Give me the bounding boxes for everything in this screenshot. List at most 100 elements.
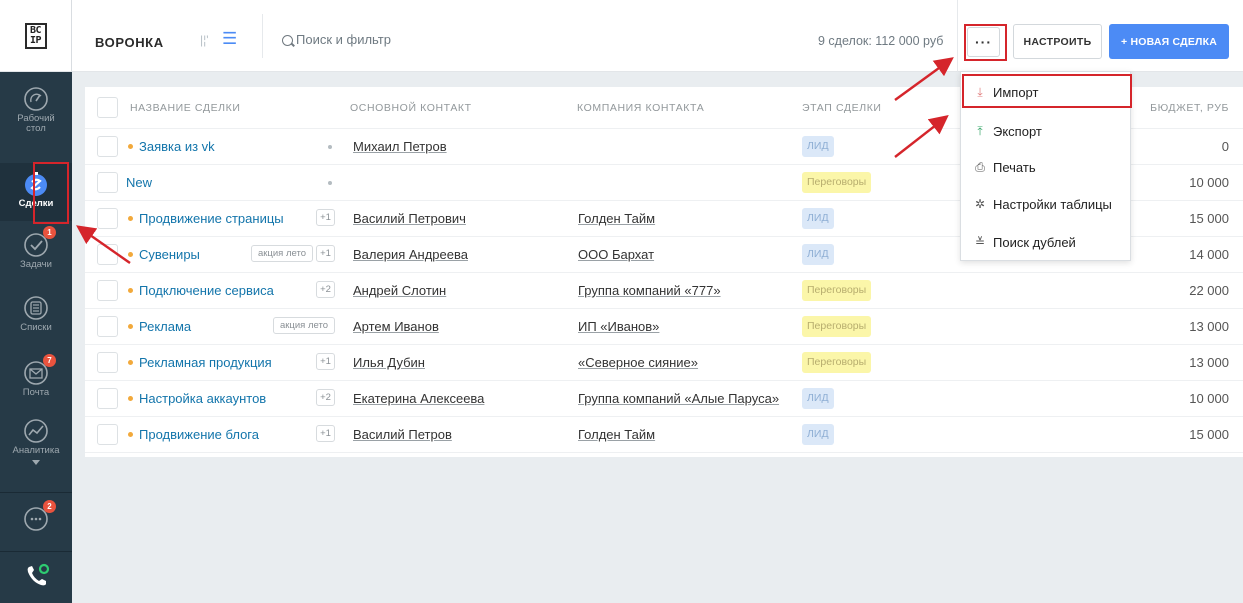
row-checkbox[interactable]: [97, 244, 118, 265]
deal-name-link[interactable]: Рекламная продукция: [139, 355, 272, 370]
stage-badge[interactable]: Переговоры: [802, 352, 872, 373]
company-link[interactable]: Голден Тайм: [578, 211, 655, 226]
app-root: BC IP Рабочий стол Сделки 1 Задачи Списк…: [0, 0, 1243, 603]
status-dot: [128, 396, 133, 401]
more-actions-dropdown: ⤓ Импорт ⤒ Экспорт ⎙ Печать ✲ Настройки таблицы…: [960, 71, 1131, 261]
row-checkbox[interactable]: [97, 208, 118, 229]
deal-name-link[interactable]: Продвижение страницы: [139, 211, 284, 226]
sidebar-item-label: Списки: [20, 322, 52, 333]
dropdown-item-merge[interactable]: ≚ Поиск дублей: [961, 227, 1130, 257]
deal-name-link[interactable]: Продвижение блога: [139, 427, 259, 442]
table-row[interactable]: Подключение сервиса +2 Андрей Слотин Группа…: [85, 273, 1243, 309]
row-checkbox[interactable]: [97, 388, 118, 409]
deal-tag[interactable]: +1: [316, 425, 335, 442]
deal-tag[interactable]: +1: [316, 353, 335, 370]
sidebar-item-chat[interactable]: 2: [0, 500, 72, 546]
sidebar-item-desktop[interactable]: Рабочий стол: [0, 86, 72, 146]
stage-badge[interactable]: ЛИД: [802, 388, 834, 409]
gauge-icon: [23, 86, 49, 112]
tools-icon: ✲: [974, 197, 986, 211]
stage-badge[interactable]: Переговоры: [802, 280, 872, 301]
expand-chevron-icon[interactable]: [32, 460, 40, 465]
phone-button[interactable]: [0, 562, 72, 594]
company-link[interactable]: Группа компаний «777»: [578, 283, 721, 298]
page-title: ВОРОНКА: [95, 35, 164, 50]
deal-tag[interactable]: +1: [316, 245, 335, 262]
company-link[interactable]: Группа компаний «Алые Паруса»: [578, 391, 779, 406]
stage-badge[interactable]: Переговоры: [802, 316, 872, 337]
dropdown-item-upload[interactable]: ⤒ Экспорт: [961, 116, 1130, 146]
table-row[interactable]: Настройка аккаунтов +2 Екатерина Алексеева…: [85, 381, 1243, 417]
dropdown-item-label: Поиск дублей: [993, 234, 1076, 250]
dropdown-item-label: Экспорт: [993, 123, 1042, 139]
new-deal-button[interactable]: + НОВАЯ СДЕЛКА: [1109, 24, 1229, 59]
stage-badge[interactable]: ЛИД: [802, 244, 834, 265]
divider: [262, 14, 263, 58]
stage-badge[interactable]: ЛИД: [802, 208, 834, 229]
deal-name-link[interactable]: New: [126, 175, 152, 190]
sidebar-item-analytics[interactable]: Аналитика: [0, 418, 72, 486]
row-checkbox[interactable]: [97, 352, 118, 373]
row-checkbox[interactable]: [97, 280, 118, 301]
deal-tag[interactable]: +2: [316, 389, 335, 406]
table-row[interactable]: Продвижение блога +1 Василий Петров Голден …: [85, 417, 1243, 453]
company-link[interactable]: Голден Тайм: [578, 427, 655, 442]
stage-badge[interactable]: ЛИД: [802, 136, 834, 157]
sidebar-divider: [0, 551, 72, 552]
configure-button[interactable]: НАСТРОИТЬ: [1013, 24, 1102, 59]
deal-name-link[interactable]: Подключение сервиса: [139, 283, 274, 298]
chat-icon: 2: [23, 500, 56, 532]
deal-tag[interactable]: +2: [316, 281, 335, 298]
deal-tag[interactable]: акция лето: [273, 317, 335, 334]
sidebar-item-mail[interactable]: 7 Почта: [0, 354, 72, 410]
stage-badge[interactable]: ЛИД: [802, 424, 834, 445]
sidebar-item-label: Сделки: [18, 198, 54, 209]
sidebar-item-lists[interactable]: Списки: [0, 295, 72, 345]
deal-name-link[interactable]: Сувениры: [139, 247, 200, 262]
table-row[interactable]: Рекламная продукция +1 Илья Дубин «Северное…: [85, 345, 1243, 381]
contact-link[interactable]: Валерия Андреева: [353, 247, 468, 262]
chat-badge: 2: [43, 500, 56, 513]
contact-link[interactable]: Василий Петрович: [353, 211, 466, 226]
list-icon: [23, 295, 49, 321]
pipeline-view-icon[interactable]: |¦': [200, 33, 209, 47]
sidebar-item-label: Рабочий стол: [17, 113, 55, 134]
dropdown-item-download[interactable]: ⤓ Импорт: [961, 77, 1130, 107]
budget-value: 13 000: [1189, 355, 1229, 370]
sidebar-item-tasks[interactable]: 1 Задачи: [0, 226, 72, 282]
more-actions-button[interactable]: ···: [967, 27, 1000, 57]
row-checkbox[interactable]: [97, 136, 118, 157]
logo-area[interactable]: BC IP: [0, 0, 72, 72]
row-checkbox[interactable]: [97, 172, 118, 193]
deal-name-link[interactable]: Реклама: [139, 319, 191, 334]
deal-tag[interactable]: акция лето: [251, 245, 313, 262]
search-input[interactable]: [296, 32, 716, 47]
dropdown-item-printer[interactable]: ⎙ Печать: [961, 152, 1130, 182]
table-row[interactable]: Реклама акция лето Артем Иванов ИП «Иванов»…: [85, 309, 1243, 345]
stage-badge[interactable]: Переговоры: [802, 172, 872, 193]
select-all-checkbox[interactable]: [97, 97, 118, 118]
column-header-contact[interactable]: ОСНОВНОЙ КОНТАКТ: [350, 102, 472, 114]
column-header-company[interactable]: КОМПАНИЯ КОНТАКТА: [577, 102, 704, 114]
contact-link[interactable]: Екатерина Алексеева: [353, 391, 484, 406]
contact-link[interactable]: Михаил Петров: [353, 139, 447, 154]
company-link[interactable]: ООО Бархат: [578, 247, 654, 262]
deal-tag[interactable]: +1: [316, 209, 335, 226]
company-link[interactable]: ИП «Иванов»: [578, 319, 659, 334]
list-view-icon[interactable]: ☰: [222, 30, 237, 47]
row-checkbox[interactable]: [97, 316, 118, 337]
column-header-budget[interactable]: БЮДЖЕТ, РУБ: [1150, 102, 1229, 114]
dropdown-item-tools[interactable]: ✲ Настройки таблицы: [961, 189, 1130, 219]
row-checkbox[interactable]: [97, 424, 118, 445]
column-header-stage[interactable]: ЭТАП СДЕЛКИ: [802, 102, 882, 114]
company-link[interactable]: «Северное сияние»: [578, 355, 698, 370]
contact-link[interactable]: Андрей Слотин: [353, 283, 446, 298]
column-header-name[interactable]: НАЗВАНИЕ СДЕЛКИ: [130, 102, 241, 114]
contact-link[interactable]: Илья Дубин: [353, 355, 425, 370]
contact-link[interactable]: Василий Петров: [353, 427, 452, 442]
deal-name-link[interactable]: Заявка из vk: [139, 139, 215, 154]
sidebar-item-deals[interactable]: Сделки: [0, 163, 72, 221]
contact-link[interactable]: Артем Иванов: [353, 319, 439, 334]
deal-name-link[interactable]: Настройка аккаунтов: [139, 391, 266, 406]
sidebar-item-label: Задачи: [20, 259, 52, 270]
